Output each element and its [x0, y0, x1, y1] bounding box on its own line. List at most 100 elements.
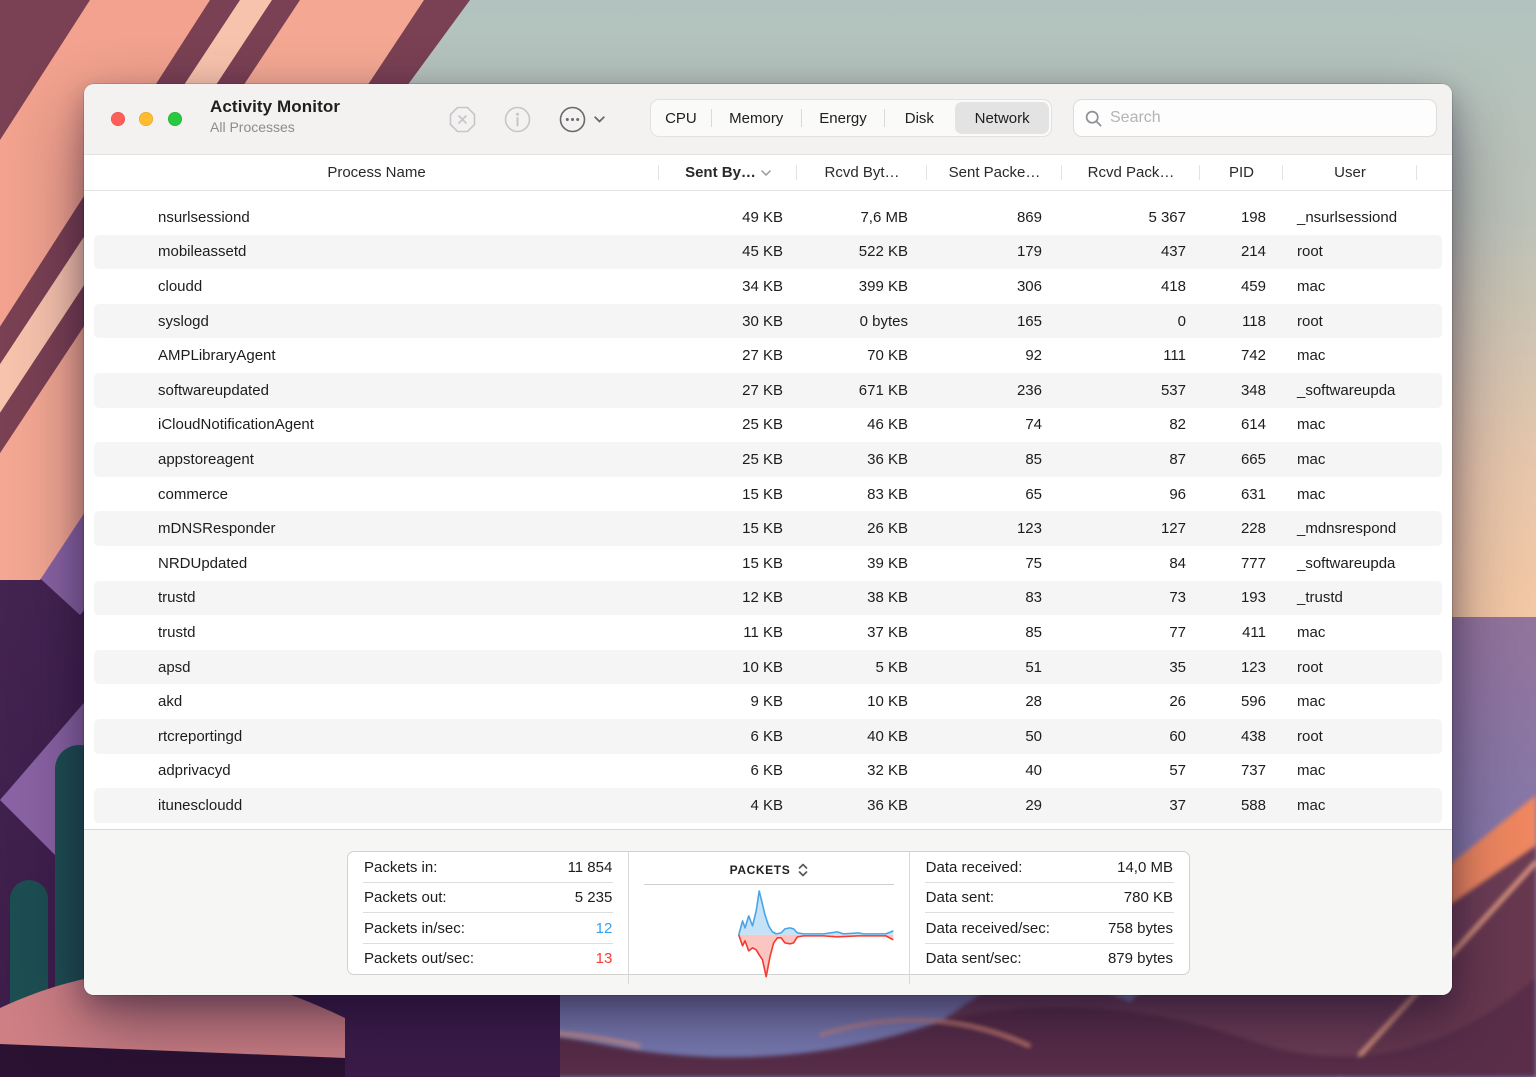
cell-rcvd-packets: 0	[1177, 312, 1186, 330]
cell-rcvd-packets: 537	[1160, 381, 1186, 399]
table-row[interactable]: iCloudNotificationAgent 25 KB 46 KB 74 8…	[94, 408, 1442, 443]
column-header-process-name[interactable]: Process Name	[94, 155, 659, 190]
column-header-user[interactable]: User	[1283, 155, 1417, 190]
cell-rcvd-packets: 60	[1169, 727, 1186, 745]
cell-user: mac	[1297, 347, 1326, 365]
cell-rcvd-bytes: 38 KB	[867, 589, 908, 607]
table-row[interactable]: softwareupdated 27 KB 671 KB 236 537 348…	[94, 372, 1442, 408]
cell-rcvd-packets: 57	[1169, 762, 1186, 780]
tab-disk[interactable]: Disk	[885, 100, 953, 136]
tab-memory[interactable]: Memory	[712, 100, 801, 136]
cell-sent-packets: 75	[1025, 554, 1042, 572]
table-row[interactable]: mobileassetd 45 KB 522 KB 179 437 214 ro…	[94, 234, 1442, 270]
cell-rcvd-bytes: 26 KB	[867, 520, 908, 538]
minimize-button[interactable]	[139, 112, 153, 126]
cell-user: mac	[1297, 623, 1326, 641]
cell-sent-packets: 123	[1016, 520, 1042, 538]
search-input[interactable]	[1110, 109, 1425, 127]
activity-monitor-window: Activity Monitor All Processes CPU Memor…	[84, 84, 1452, 995]
close-button[interactable]	[111, 112, 125, 126]
cell-user: mac	[1297, 277, 1326, 295]
cell-rcvd-bytes: 0 bytes	[859, 312, 908, 330]
cell-pid: 596	[1240, 693, 1266, 711]
cell-user: mac	[1297, 762, 1326, 780]
cell-sent-packets: 85	[1025, 623, 1042, 641]
cell-rcvd-bytes: 46 KB	[867, 416, 908, 434]
table-row[interactable]: adprivacyd 6 KB 32 KB 40 57 737 mac	[94, 754, 1442, 789]
cell-process-name: appstoreagent	[158, 450, 254, 468]
column-header-sent-bytes[interactable]: Sent By…	[659, 155, 797, 190]
cell-sent-bytes: 12 KB	[742, 589, 783, 607]
cell-rcvd-bytes: 399 KB	[858, 277, 908, 295]
search-field	[1073, 99, 1437, 137]
chart-metric-selector[interactable]: PACKETS	[644, 859, 893, 881]
cell-pid: 118	[1242, 312, 1266, 330]
table-row[interactable]: syslogd 30 KB 0 bytes 165 0 118 root	[94, 303, 1442, 339]
table-row[interactable]: cloudd 34 KB 399 KB 306 418 459 mac	[94, 269, 1442, 304]
tab-network[interactable]: Network	[955, 102, 1050, 134]
cell-sent-bytes: 49 KB	[742, 208, 783, 226]
cell-sent-bytes: 27 KB	[742, 381, 783, 399]
cell-pid: 614	[1240, 416, 1266, 434]
quit-process-button[interactable]	[448, 105, 477, 134]
cell-rcvd-bytes: 5 KB	[875, 658, 908, 676]
info-icon	[504, 106, 531, 133]
stat-row: Packets out: 5 235	[348, 883, 628, 914]
table-row[interactable]: trustd 12 KB 38 KB 83 73 193 _trustd	[94, 580, 1442, 616]
cell-user: mac	[1297, 450, 1326, 468]
table-row[interactable]: rtcreportingd 6 KB 40 KB 50 60 438 root	[94, 718, 1442, 754]
packets-stats: Packets in: 11 854 Packets out: 5 235 Pa…	[348, 852, 628, 984]
stat-label: Packets out:	[364, 889, 447, 907]
packets-chart-plot	[738, 890, 894, 978]
cell-process-name: syslogd	[158, 312, 209, 330]
chevron-down-icon[interactable]	[594, 116, 605, 123]
table-header: Process Name Sent By… Rcvd Byt… Sent Pac…	[84, 155, 1452, 191]
table-row[interactable]: nsurlsessiond 49 KB 7,6 MB 869 5 367 198…	[94, 200, 1442, 235]
cell-sent-packets: 50	[1025, 727, 1042, 745]
more-options-button[interactable]	[558, 105, 587, 134]
table-row[interactable]: AMPLibraryAgent 27 KB 70 KB 92 111 742 m…	[94, 338, 1442, 373]
table-row[interactable]: itunescloudd 4 KB 36 KB 29 37 588 mac	[94, 788, 1442, 823]
column-header-rcvd-bytes[interactable]: Rcvd Byt…	[797, 155, 927, 190]
chart-divider	[644, 884, 894, 885]
process-table-body: nsurlsessiond 49 KB 7,6 MB 869 5 367 198…	[84, 191, 1452, 829]
cell-rcvd-bytes: 36 KB	[867, 796, 908, 814]
table-row[interactable]: commerce 15 KB 83 KB 65 96 631 mac	[94, 477, 1442, 512]
tab-cpu[interactable]: CPU	[651, 100, 711, 136]
cell-rcvd-bytes: 39 KB	[867, 554, 908, 572]
table-row[interactable]: mDNSResponder 15 KB 26 KB 123 127 228 _m…	[94, 511, 1442, 546]
table-row[interactable]: apsd 10 KB 5 KB 51 35 123 root	[94, 649, 1442, 685]
cell-user: _mdnsrespond	[1297, 520, 1397, 538]
cell-process-name: itunescloudd	[158, 796, 243, 814]
table-row[interactable]: trustd 11 KB 37 KB 85 77 411 mac	[94, 615, 1442, 650]
cell-process-name: trustd	[158, 589, 196, 607]
cell-process-name: trustd	[158, 623, 196, 641]
cell-sent-bytes: 27 KB	[742, 347, 783, 365]
cell-process-name: commerce	[158, 485, 229, 503]
cell-rcvd-packets: 73	[1169, 589, 1186, 607]
cell-process-name: AMPLibraryAgent	[158, 347, 276, 365]
cell-rcvd-packets: 35	[1169, 658, 1186, 676]
cell-sent-packets: 83	[1025, 589, 1042, 607]
titlebar: Activity Monitor All Processes CPU Memor…	[84, 84, 1452, 155]
cell-pid: 438	[1240, 727, 1266, 745]
inspect-process-button[interactable]	[503, 105, 532, 134]
stat-label: Packets in/sec:	[364, 919, 465, 937]
stat-value: 14,0 MB	[1117, 858, 1173, 876]
stat-row: Data sent: 780 KB	[910, 883, 1189, 914]
stat-label: Data sent/sec:	[925, 950, 1022, 968]
cell-process-name: apsd	[158, 658, 191, 676]
column-header-pid[interactable]: PID	[1200, 155, 1283, 190]
cell-sent-bytes: 11 KB	[743, 623, 783, 641]
table-row[interactable]: NRDUpdated 15 KB 39 KB 75 84 777 _softwa…	[94, 546, 1442, 581]
cell-pid: 631	[1240, 485, 1266, 503]
column-header-rcvd-packets[interactable]: Rcvd Pack…	[1062, 155, 1200, 190]
zoom-button[interactable]	[168, 112, 182, 126]
tab-energy[interactable]: Energy	[802, 100, 885, 136]
column-header-sent-packets[interactable]: Sent Packe…	[927, 155, 1062, 190]
cell-user: _softwareupda	[1297, 381, 1396, 399]
cell-rcvd-bytes: 7,6 MB	[860, 208, 908, 226]
table-row[interactable]: akd 9 KB 10 KB 28 26 596 mac	[94, 684, 1442, 719]
cell-rcvd-bytes: 37 KB	[867, 623, 908, 641]
table-row[interactable]: appstoreagent 25 KB 36 KB 85 87 665 mac	[94, 442, 1442, 477]
